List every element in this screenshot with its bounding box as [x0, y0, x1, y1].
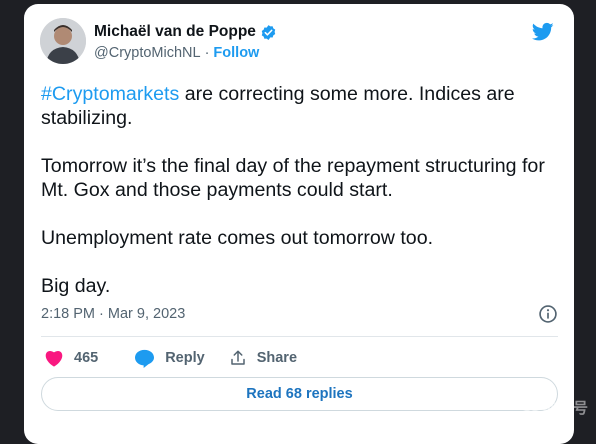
- tweet-card: Michaël van de Poppe @CryptoMichNL · Fol…: [24, 4, 574, 444]
- reply-label: Reply: [165, 350, 205, 366]
- avatar[interactable]: [40, 18, 86, 64]
- verified-badge-icon: [261, 24, 276, 40]
- hashtag-link[interactable]: #Cryptomarkets: [41, 83, 179, 105]
- twitter-bird-icon[interactable]: [532, 22, 554, 42]
- tweet-text: #Cryptomarkets are correcting some more.…: [41, 82, 551, 322]
- author-handle[interactable]: @CryptoMichNL: [94, 45, 201, 61]
- info-icon[interactable]: [538, 304, 558, 324]
- likes-count: 465: [74, 350, 99, 366]
- share-icon: [230, 350, 245, 365]
- tweet-paragraph-1: #Cryptomarkets are correcting some more.…: [41, 82, 551, 130]
- share-button[interactable]: Share: [229, 349, 297, 367]
- watermark: 非小号: [522, 397, 588, 418]
- author-row: Michaël van de Poppe: [94, 23, 277, 41]
- author-name[interactable]: Michaël van de Poppe: [94, 23, 256, 41]
- follow-button[interactable]: Follow: [213, 45, 259, 61]
- watermark-text: 非小号: [542, 400, 588, 417]
- share-label: Share: [256, 350, 298, 366]
- divider: [41, 336, 558, 337]
- tweet-paragraph-4: Big day.: [41, 275, 111, 297]
- heart-icon: [45, 350, 63, 367]
- handle-separator: ·: [204, 45, 210, 61]
- reply-button[interactable]: Reply: [134, 349, 205, 368]
- like-button[interactable]: 465: [44, 349, 98, 367]
- tweet-paragraph-3: Unemployment rate comes out tomorrow too…: [41, 227, 434, 249]
- handle-row: @CryptoMichNL · Follow: [94, 45, 259, 61]
- tweet-timestamp[interactable]: 2:18 PM · Mar 9, 2023: [41, 306, 185, 322]
- watermark-logo-icon: [522, 400, 539, 413]
- tweet-paragraph-2: Tomorrow it’s the final day of the repay…: [41, 155, 545, 201]
- read-replies-button[interactable]: Read 68 replies: [41, 377, 558, 411]
- tweet-actions: 465 Reply Share: [44, 344, 297, 372]
- reply-bubble-icon: [135, 349, 155, 368]
